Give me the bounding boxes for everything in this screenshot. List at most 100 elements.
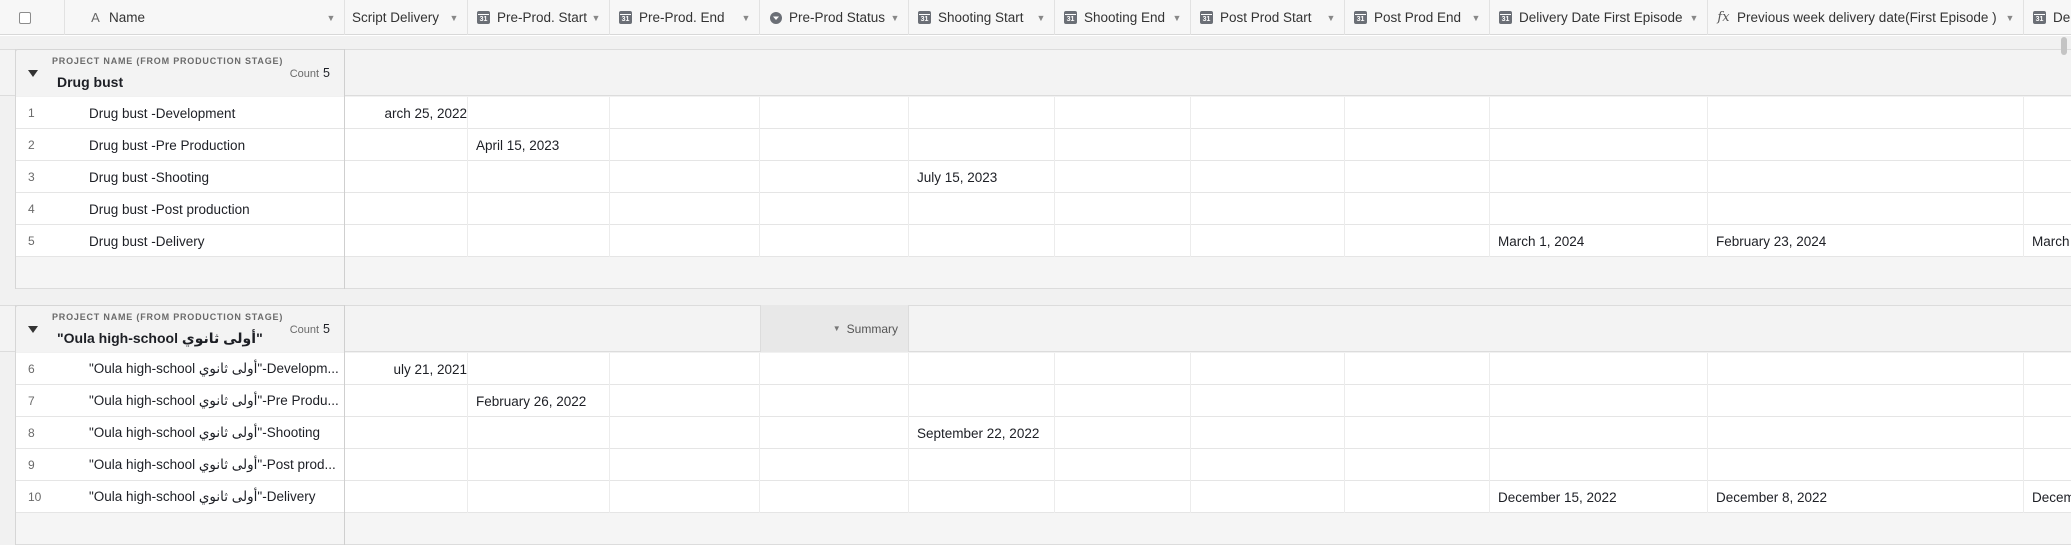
post-prod-start-cell[interactable] bbox=[1191, 225, 1345, 257]
table-row[interactable]: 10 "Oula high-school أولى ثانوي"-Deliver… bbox=[15, 481, 2071, 513]
delivery-date-first-episode-cell[interactable]: December 15, 2022 bbox=[1490, 481, 1708, 513]
summary-button[interactable]: ▼ Summary bbox=[760, 305, 909, 352]
name-cell[interactable]: "Oula high-school أولى ثانوي"-Delivery bbox=[89, 481, 344, 513]
shooting-start-cell[interactable] bbox=[909, 481, 1055, 513]
pre-prod-end-cell[interactable] bbox=[610, 193, 760, 225]
del-cell[interactable]: Decem bbox=[2024, 481, 2071, 513]
previous-week-delivery-cell[interactable] bbox=[1708, 449, 2024, 481]
delivery-date-first-episode-cell[interactable]: March 1, 2024 bbox=[1490, 225, 1708, 257]
name-cell[interactable]: "Oula high-school أولى ثانوي"-Pre Produ.… bbox=[89, 385, 344, 417]
shooting-end-cell[interactable] bbox=[1055, 225, 1191, 257]
pre-prod-start-cell[interactable] bbox=[468, 449, 610, 481]
previous-week-delivery-cell[interactable] bbox=[1708, 417, 2024, 449]
post-prod-start-cell[interactable] bbox=[1191, 129, 1345, 161]
column-header-previous-week-delivery[interactable]: fx Previous week delivery date(First Epi… bbox=[1708, 0, 2024, 35]
chevron-down-icon[interactable]: ▼ bbox=[739, 13, 753, 23]
collapse-triangle-icon[interactable] bbox=[28, 70, 38, 77]
post-prod-start-cell[interactable] bbox=[1191, 417, 1345, 449]
pre-prod-start-cell[interactable] bbox=[468, 193, 610, 225]
del-cell[interactable] bbox=[2024, 449, 2071, 481]
del-cell[interactable] bbox=[2024, 129, 2071, 161]
post-prod-end-cell[interactable] bbox=[1345, 161, 1490, 193]
name-cell[interactable]: Drug bust -Development bbox=[89, 97, 344, 129]
pre-prod-end-cell[interactable] bbox=[610, 225, 760, 257]
previous-week-delivery-cell[interactable] bbox=[1708, 161, 2024, 193]
pre-prod-start-cell[interactable] bbox=[468, 417, 610, 449]
pre-prod-status-cell[interactable] bbox=[760, 97, 909, 129]
previous-week-delivery-cell[interactable]: December 8, 2022 bbox=[1708, 481, 2024, 513]
delivery-date-first-episode-cell[interactable] bbox=[1490, 97, 1708, 129]
script-delivery-cell[interactable] bbox=[345, 161, 468, 193]
pre-prod-status-cell[interactable] bbox=[760, 193, 909, 225]
pre-prod-end-cell[interactable] bbox=[610, 449, 760, 481]
group-header[interactable]: PROJECT NAME (FROM PRODUCTION STAGE) "Ou… bbox=[15, 305, 345, 352]
chevron-down-icon[interactable]: ▼ bbox=[2003, 13, 2017, 23]
table-row[interactable]: 9 "Oula high-school أولى ثانوي"-Post pro… bbox=[15, 449, 2071, 481]
shooting-end-cell[interactable] bbox=[1055, 417, 1191, 449]
shooting-end-cell[interactable] bbox=[1055, 449, 1191, 481]
pre-prod-start-cell[interactable] bbox=[468, 97, 610, 129]
column-header-pre-prod-end[interactable]: 31 Pre-Prod. End ▼ bbox=[610, 0, 760, 35]
script-delivery-cell[interactable] bbox=[345, 385, 468, 417]
shooting-start-cell[interactable] bbox=[909, 449, 1055, 481]
shooting-start-cell[interactable] bbox=[909, 225, 1055, 257]
shooting-start-cell[interactable] bbox=[909, 129, 1055, 161]
shooting-start-cell[interactable] bbox=[909, 97, 1055, 129]
table-row[interactable]: 6 "Oula high-school أولى ثانوي"-Developm… bbox=[15, 353, 2071, 385]
pre-prod-status-cell[interactable] bbox=[760, 353, 909, 385]
pre-prod-status-cell[interactable] bbox=[760, 129, 909, 161]
shooting-start-cell[interactable] bbox=[909, 385, 1055, 417]
column-header-shooting-start[interactable]: 31 Shooting Start ▼ bbox=[909, 0, 1055, 35]
post-prod-end-cell[interactable] bbox=[1345, 97, 1490, 129]
chevron-down-icon[interactable]: ▼ bbox=[324, 13, 338, 23]
column-header-name[interactable]: A Name ▼ bbox=[80, 0, 345, 35]
del-cell[interactable] bbox=[2024, 161, 2071, 193]
pre-prod-end-cell[interactable] bbox=[610, 417, 760, 449]
delivery-date-first-episode-cell[interactable] bbox=[1490, 353, 1708, 385]
column-header-pre-prod-start[interactable]: 31 Pre-Prod. Start ▼ bbox=[468, 0, 610, 35]
shooting-start-cell[interactable]: July 15, 2023 bbox=[909, 161, 1055, 193]
name-cell[interactable]: "Oula high-school أولى ثانوي"-Shooting bbox=[89, 417, 344, 449]
pre-prod-status-cell[interactable] bbox=[760, 385, 909, 417]
name-cell[interactable]: "Oula high-school أولى ثانوي"-Developm..… bbox=[89, 353, 344, 385]
table-row[interactable]: 1 Drug bust -Development arch 25, 2022 bbox=[15, 97, 2071, 129]
column-header-del[interactable]: 31 Del bbox=[2024, 0, 2071, 35]
chevron-down-icon[interactable]: ▼ bbox=[1170, 13, 1184, 23]
table-row[interactable]: 5 Drug bust -Delivery March 1, 2024 Febr… bbox=[15, 225, 2071, 257]
select-all-cell[interactable] bbox=[0, 0, 65, 35]
post-prod-start-cell[interactable] bbox=[1191, 161, 1345, 193]
previous-week-delivery-cell[interactable] bbox=[1708, 385, 2024, 417]
group-header[interactable]: PROJECT NAME (FROM PRODUCTION STAGE) Dru… bbox=[15, 49, 345, 96]
chevron-down-icon[interactable]: ▼ bbox=[589, 13, 603, 23]
pre-prod-status-cell[interactable] bbox=[760, 449, 909, 481]
shooting-end-cell[interactable] bbox=[1055, 97, 1191, 129]
column-header-pre-prod-status[interactable]: Pre-Prod Status ▼ bbox=[760, 0, 909, 35]
pre-prod-end-cell[interactable] bbox=[610, 385, 760, 417]
previous-week-delivery-cell[interactable]: February 23, 2024 bbox=[1708, 225, 2024, 257]
post-prod-end-cell[interactable] bbox=[1345, 385, 1490, 417]
script-delivery-cell[interactable] bbox=[345, 449, 468, 481]
shooting-start-cell[interactable] bbox=[909, 193, 1055, 225]
pre-prod-start-cell[interactable] bbox=[468, 353, 610, 385]
script-delivery-cell[interactable]: arch 25, 2022 bbox=[345, 97, 468, 129]
previous-week-delivery-cell[interactable] bbox=[1708, 353, 2024, 385]
pre-prod-end-cell[interactable] bbox=[610, 161, 760, 193]
shooting-start-cell[interactable] bbox=[909, 353, 1055, 385]
delivery-date-first-episode-cell[interactable] bbox=[1490, 449, 1708, 481]
column-header-delivery-date-first-episode[interactable]: 31 Delivery Date First Episode ▼ bbox=[1490, 0, 1708, 35]
pre-prod-start-cell[interactable]: April 15, 2023 bbox=[468, 129, 610, 161]
shooting-end-cell[interactable] bbox=[1055, 161, 1191, 193]
delivery-date-first-episode-cell[interactable] bbox=[1490, 385, 1708, 417]
script-delivery-cell[interactable] bbox=[345, 417, 468, 449]
pre-prod-start-cell[interactable] bbox=[468, 481, 610, 513]
post-prod-end-cell[interactable] bbox=[1345, 481, 1490, 513]
post-prod-start-cell[interactable] bbox=[1191, 481, 1345, 513]
pre-prod-end-cell[interactable] bbox=[610, 481, 760, 513]
column-header-script-delivery[interactable]: Script Delivery ▼ bbox=[345, 0, 468, 35]
pre-prod-start-cell[interactable]: February 26, 2022 bbox=[468, 385, 610, 417]
name-cell[interactable]: "Oula high-school أولى ثانوي"-Post prod.… bbox=[89, 449, 344, 481]
script-delivery-cell[interactable] bbox=[345, 129, 468, 161]
post-prod-start-cell[interactable] bbox=[1191, 449, 1345, 481]
column-header-shooting-end[interactable]: 31 Shooting End ▼ bbox=[1055, 0, 1191, 35]
post-prod-start-cell[interactable] bbox=[1191, 385, 1345, 417]
